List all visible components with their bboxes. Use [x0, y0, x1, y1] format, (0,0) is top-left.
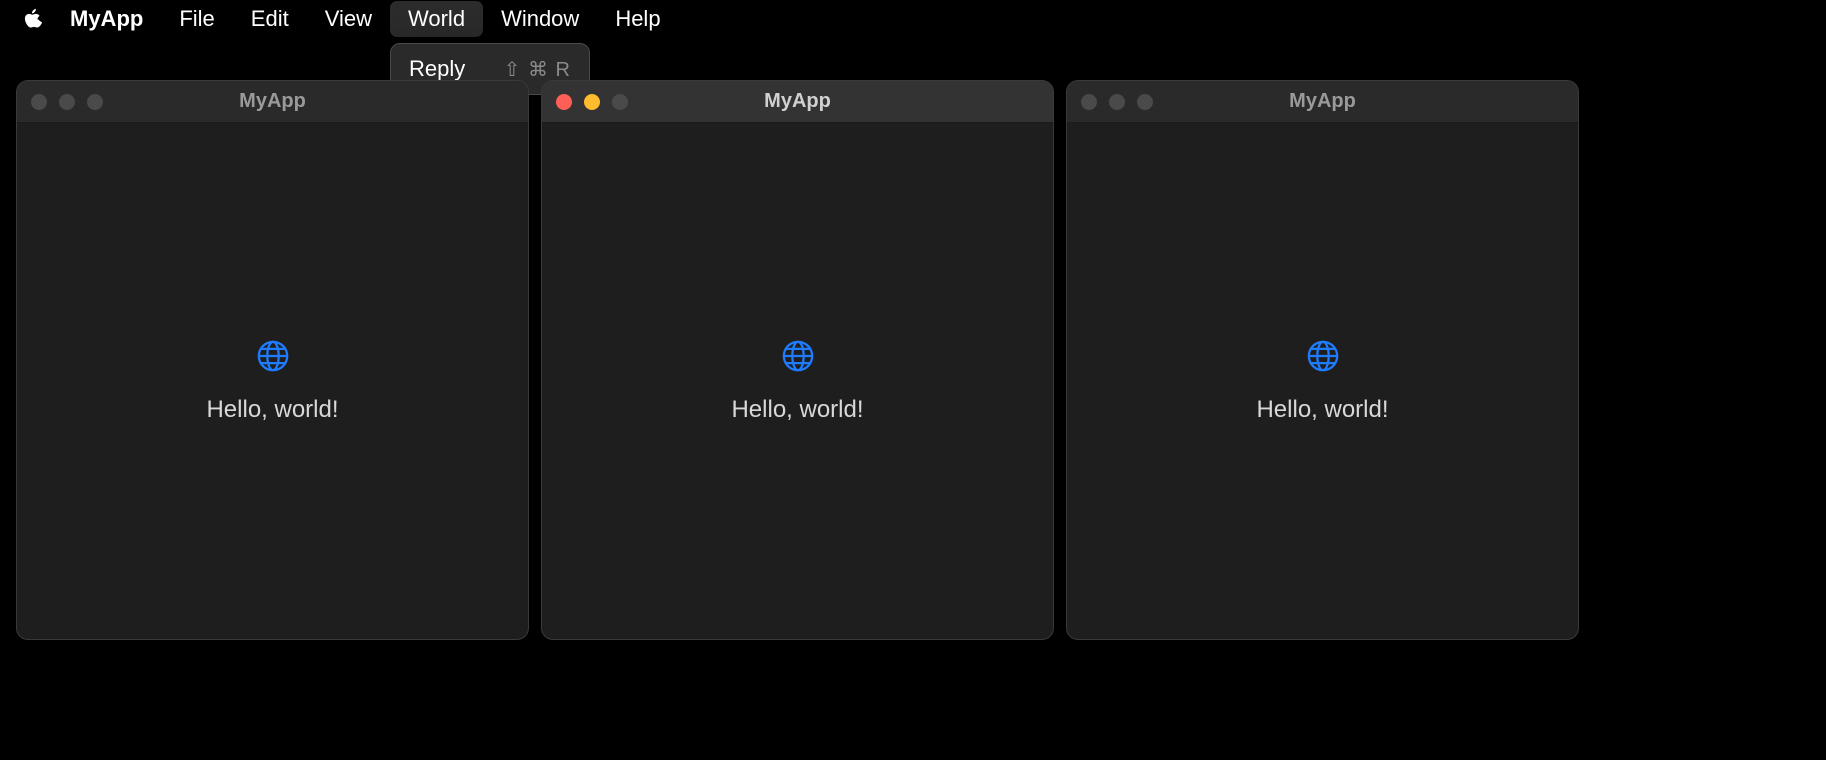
zoom-button[interactable]	[612, 94, 628, 110]
window-title: MyApp	[239, 90, 306, 113]
window-content: Hello, world!	[17, 123, 528, 639]
close-button[interactable]	[31, 94, 47, 110]
hello-label: Hello, world!	[206, 396, 338, 424]
minimize-button[interactable]	[59, 94, 75, 110]
hello-label: Hello, world!	[731, 396, 863, 424]
menubar-item-edit[interactable]: Edit	[233, 1, 307, 37]
minimize-button[interactable]	[1109, 94, 1125, 110]
menubar: MyApp File Edit View World Window Help	[0, 0, 1826, 38]
titlebar[interactable]: MyApp	[1067, 81, 1578, 123]
menu-item-shortcut: ⇧ ⌘ R	[504, 57, 571, 82]
globe-icon	[256, 339, 290, 378]
menubar-item-world[interactable]: World	[390, 1, 483, 37]
close-button[interactable]	[1081, 94, 1097, 110]
titlebar[interactable]: MyApp	[542, 81, 1053, 123]
zoom-button[interactable]	[1137, 94, 1153, 110]
menubar-item-file[interactable]: File	[161, 1, 232, 37]
globe-icon	[1306, 339, 1340, 378]
apple-menu[interactable]	[12, 8, 52, 30]
window-content: Hello, world!	[1067, 123, 1578, 639]
app-window[interactable]: MyApp Hello, world!	[541, 80, 1054, 640]
traffic-lights	[556, 94, 628, 110]
menubar-app-name[interactable]: MyApp	[52, 1, 161, 37]
zoom-button[interactable]	[87, 94, 103, 110]
app-window[interactable]: MyApp Hello, world!	[16, 80, 529, 640]
traffic-lights	[1081, 94, 1153, 110]
titlebar[interactable]: MyApp	[17, 81, 528, 123]
app-window[interactable]: MyApp Hello, world!	[1066, 80, 1579, 640]
menubar-item-view[interactable]: View	[307, 1, 390, 37]
window-title: MyApp	[1289, 90, 1356, 113]
window-content: Hello, world!	[542, 123, 1053, 639]
menubar-item-help[interactable]: Help	[597, 1, 678, 37]
globe-icon	[781, 339, 815, 378]
window-title: MyApp	[764, 90, 831, 113]
desktop: MyApp Hello, world! MyApp Hello, world!	[16, 80, 1579, 640]
hello-label: Hello, world!	[1256, 396, 1388, 424]
menubar-item-window[interactable]: Window	[483, 1, 597, 37]
traffic-lights	[31, 94, 103, 110]
close-button[interactable]	[556, 94, 572, 110]
minimize-button[interactable]	[584, 94, 600, 110]
menu-item-label: Reply	[409, 56, 465, 82]
